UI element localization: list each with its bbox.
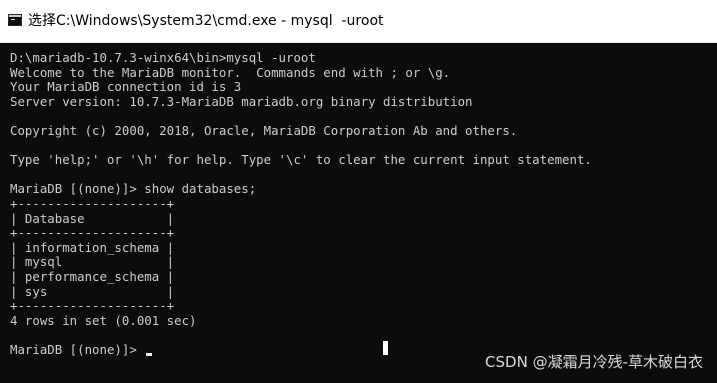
console-output[interactable]: D:\mariadb-10.7.3-winx64\bin>mysql -uroo… [0,43,717,383]
console-line: MariaDB [(none)]> show databases; [10,181,257,197]
console-line: | Database | [10,210,175,226]
console-line: | information_schema | [10,239,175,255]
console-line: 4 rows in set (0.001 sec) [10,312,197,328]
console-line: Welcome to the MariaDB monitor. Commands… [10,64,451,80]
console-line: Your MariaDB connection id is 3 [10,79,242,95]
console-cursor [146,352,153,356]
console-line: +--------------------+ [10,225,175,241]
cmd-window-icon[interactable] [8,14,22,26]
console-line: Type 'help;' or '\h' for help. Type '\c'… [10,152,592,168]
watermark: CSDN @凝霜月冷残-草木破白衣 [485,353,703,371]
window-title: 选择C:\Windows\System32\cmd.exe - mysql -u… [28,13,384,29]
cmd-window: 选择C:\Windows\System32\cmd.exe - mysql -u… [0,0,717,383]
console-line: | performance_schema | [10,268,175,284]
console-line: +--------------------+ [10,195,175,211]
console-line: | mysql | [10,254,175,270]
console-line: Copyright (c) 2000, 2018, Oracle, MariaD… [10,122,518,138]
console-prompt: MariaDB [(none)]> [10,341,145,357]
console-line: | sys | [10,283,175,299]
console-line: +--------------------+ [10,298,175,314]
console-text: D:\mariadb-10.7.3-winx64\bin>mysql -uroo… [10,50,592,357]
title-bar[interactable]: 选择C:\Windows\System32\cmd.exe - mysql -u… [0,0,717,43]
text-cursor [383,341,388,355]
console-line: Server version: 10.7.3-MariaDB mariadb.o… [10,93,473,109]
console-line: D:\mariadb-10.7.3-winx64\bin>mysql -uroo… [10,50,316,65]
